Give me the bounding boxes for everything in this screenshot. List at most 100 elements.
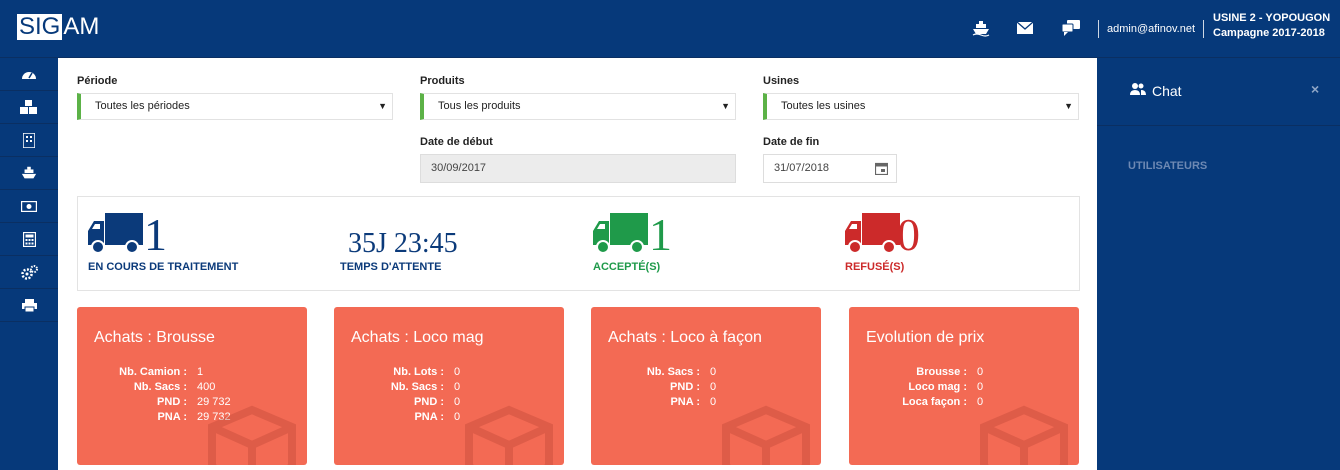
cube-icon [722,405,810,465]
card-row: Loco mag : 0 [869,381,983,396]
card-achats-loco-facon[interactable]: Achats : Loco à façon Nb. Sacs : 0 PND : 0… [591,307,821,465]
card-rows: Nb. Lots : 0 Nb. Sacs : 0 PND : 0 PNA : 0 [354,366,460,426]
usines-select[interactable]: Toutes les usines ▼ [763,93,1079,120]
sidebar-item-calculator[interactable] [0,223,58,256]
print-icon [21,298,37,312]
sidebar-item-money[interactable] [0,190,58,223]
calculator-icon [22,231,36,247]
card-row: PND : 0 [354,396,460,411]
dashboard-icon [22,72,36,79]
comments-icon[interactable] [1060,17,1082,39]
row-value: 0 [977,381,984,393]
money-icon [21,200,37,212]
stat-attente-value: 35J 23:45 [348,228,458,259]
usine-info[interactable]: USINE 2 - YOPOUGON Campagne 2017-2018 [1213,11,1330,41]
row-key: Nb. Camion : [119,366,187,378]
ship-icon [21,166,37,179]
cube-icon [465,405,553,465]
truck-icon [88,213,143,254]
row-value: 0 [454,366,461,378]
close-icon[interactable]: × [1311,81,1319,97]
card-row: PNA : 0 [354,411,460,426]
mail-icon[interactable] [1014,17,1036,39]
card-row: Nb. Camion : 1 [97,366,231,381]
row-key: PNA : [157,411,187,423]
row-key: PNA : [414,411,444,423]
row-key: PND : [414,396,444,408]
caret-down-icon: ▼ [378,101,387,111]
card-row: PND : 0 [611,381,716,396]
date-fin-label: Date de fin [763,136,820,148]
sidebar-item-stock[interactable] [0,91,58,124]
gears-icon [20,264,38,280]
row-value: 1 [197,366,204,378]
date-debut-value: 30/09/2017 [431,162,487,174]
card-rows: Brousse : 0 Loco mag : 0 Loca façon :0 [869,366,983,411]
users-icon [1130,83,1146,95]
card-row: Nb. Sacs : 400 [97,381,231,396]
top-separator [1203,20,1204,38]
stat-accepte-value: 1 [649,209,672,260]
stat-accepte-label: ACCEPTÉ(S) [593,261,661,273]
row-key: Brousse : [916,366,967,378]
periode-select[interactable]: Toutes les périodes ▼ [77,93,393,120]
stat-en-cours-value: 1 [144,209,167,260]
sidebar-item-building[interactable] [0,124,58,157]
cube-icon [208,405,296,465]
row-key: Nb. Sacs : [646,366,700,378]
row-key: PND : [670,381,700,393]
stat-attente-label: TEMPS D'ATTENTE [340,261,442,273]
row-key: Nb. Sacs : [390,381,444,393]
row-key: Nb. Lots : [393,366,444,378]
sidebar-item-dashboard[interactable] [0,58,58,91]
card-achats-loco-mag[interactable]: Achats : Loco mag Nb. Lots : 0 Nb. Sacs :… [334,307,564,465]
row-key: Loca façon : [902,396,967,408]
top-separator [1098,20,1099,38]
row-key: PNA : [670,396,700,408]
logo-box-text: SIG [17,13,63,40]
usines-label: Usines [763,75,800,87]
chat-panel: Chat × UTILISATEURS [1097,58,1340,470]
row-key: Nb. Sacs : [133,381,187,393]
row-value: 0 [454,381,461,393]
date-debut-label: Date de début [420,136,493,148]
row-value: 0 [977,366,984,378]
sidebar [0,58,58,470]
main-content: Période Toutes les périodes ▼ Produits T… [58,58,1097,470]
card-row: Nb. Sacs : 0 [354,381,460,396]
top-bar: SIG AM admin@afinov.net USINE 2 - YOPOUG… [0,0,1340,58]
ship-icon[interactable] [970,17,992,39]
caret-down-icon: ▼ [721,101,730,111]
row-value: 0 [454,411,461,423]
sidebar-item-print[interactable] [0,289,58,322]
card-title: Achats : Loco mag [351,329,484,346]
card-title: Achats : Brousse [94,329,215,346]
produits-label: Produits [420,75,465,87]
sidebar-item-ship[interactable] [0,157,58,190]
chat-header: Chat × [1097,58,1340,126]
card-row: Nb. Lots : 0 [354,366,460,381]
row-value: 0 [710,396,717,408]
periode-value: Toutes les périodes [95,100,190,112]
date-fin-value: 31/07/2018 [774,162,830,174]
stat-refuse-value: 0 [897,209,920,260]
logo-rest-text: AM [63,13,100,40]
card-row: Brousse : 0 [869,366,983,381]
card-row: Loca façon :0 [869,396,983,411]
stat-refuse-label: REFUSÉ(S) [845,261,905,273]
card-evolution-prix[interactable]: Evolution de prix Brousse : 0 Loco mag : 0… [849,307,1079,465]
card-achats-brousse[interactable]: Achats : Brousse Nb. Camion : 1 Nb. Sacs … [77,307,307,465]
sidebar-item-settings[interactable] [0,256,58,289]
campagne-name: Campagne 2017-2018 [1213,27,1325,39]
date-fin-input[interactable]: 31/07/2018 [763,154,897,183]
truck-icon [845,213,900,254]
cube-icon [980,405,1068,465]
produits-value: Tous les produits [438,100,521,112]
row-value: 0 [710,381,717,393]
user-email[interactable]: admin@afinov.net [1107,23,1195,35]
date-debut-input[interactable]: 30/09/2017 [420,154,736,183]
produits-select[interactable]: Tous les produits ▼ [420,93,736,120]
app-logo[interactable]: SIG AM [17,13,99,41]
row-key: Loco mag : [908,381,967,393]
calendar-icon[interactable] [875,162,888,175]
